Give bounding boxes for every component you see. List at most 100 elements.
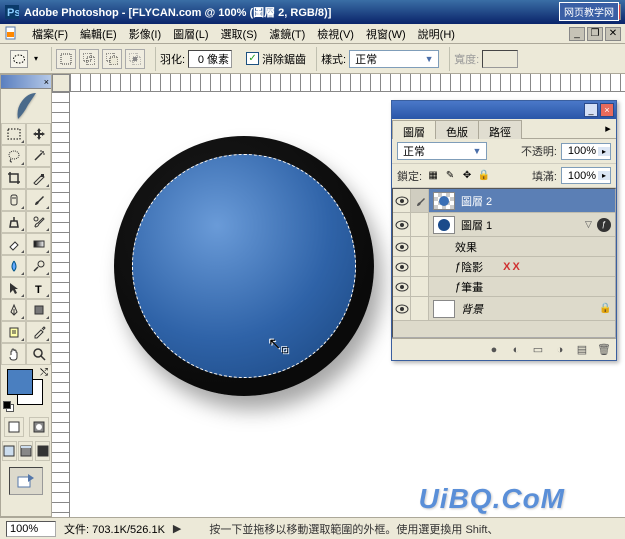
ruler-origin[interactable] [52,74,70,92]
layer-row[interactable]: 圖層 1 ▽ ƒ [393,213,615,237]
status-menu-icon[interactable]: ▶ [173,522,181,535]
doc-minimize-button[interactable]: _ [569,27,585,41]
menu-edit[interactable]: 編輯(E) [74,24,123,44]
panel-titlebar[interactable]: _ × [392,101,616,119]
link-toggle[interactable] [411,189,429,212]
layers-panel[interactable]: _ × 圖層 色版 路徑 ▸ 正常 ▼ 不透明: 100%▸ 鎖定: ▦ ✎ ✥… [391,100,617,361]
eraser-tool[interactable] [1,233,26,255]
adjustment-layer-icon[interactable]: ◑ [552,342,568,358]
lock-pixels-icon[interactable]: ✎ [443,169,457,183]
antialias-checkbox[interactable]: ✓ [246,52,259,65]
magic-wand-tool[interactable] [26,145,51,167]
layer-name[interactable]: 背景 [459,301,599,317]
tab-layers[interactable]: 圖層 [392,120,436,139]
swap-colors-icon[interactable]: ⤭ [40,367,48,378]
link-toggle[interactable] [411,213,429,236]
zoom-tool[interactable] [26,343,51,365]
blend-mode-select[interactable]: 正常 ▼ [397,142,487,160]
standard-mode-icon[interactable] [4,417,24,437]
selection-subtract-icon[interactable] [102,49,122,69]
history-brush-tool[interactable] [26,211,51,233]
selection-intersect-icon[interactable] [125,49,145,69]
doc-close-button[interactable]: ✕ [605,27,621,41]
layer-name[interactable]: 圖層 1 [459,217,585,233]
doc-restore-button[interactable]: ❐ [587,27,603,41]
menu-image[interactable]: 影像(I) [123,24,167,44]
visibility-toggle[interactable] [393,297,411,320]
ruler-horizontal[interactable] [70,74,625,92]
panel-menu-icon[interactable]: ▸ [600,119,616,138]
hand-tool[interactable] [1,343,26,365]
tab-channels[interactable]: 色版 [435,120,479,139]
pen-tool[interactable] [1,299,26,321]
layer-thumbnail[interactable] [433,216,455,234]
color-swatches[interactable]: ⤭ [1,365,51,415]
panel-minimize-button[interactable]: _ [584,103,598,117]
menu-select[interactable]: 選取(S) [215,24,264,44]
visibility-toggle[interactable] [393,189,411,212]
lasso-tool[interactable] [1,145,26,167]
type-tool[interactable]: T [26,277,51,299]
default-colors-icon[interactable] [3,401,15,413]
menu-help[interactable]: 說明(H) [412,24,461,44]
panel-close-button[interactable]: × [600,103,614,117]
menu-layer[interactable]: 圖層(L) [167,24,214,44]
notes-tool[interactable] [1,321,26,343]
layer-row[interactable]: 背景 🔒 [393,297,615,321]
dodge-tool[interactable] [26,255,51,277]
layer-row[interactable]: 圖層 2 [393,189,615,213]
move-tool[interactable] [26,123,51,145]
lock-position-icon[interactable]: ✥ [460,169,474,183]
quickmask-mode-icon[interactable] [29,417,49,437]
layer-mask-icon[interactable]: ◐ [508,342,524,358]
blur-tool[interactable] [1,255,26,277]
tool-preset-dropdown[interactable]: ▾ [31,54,41,63]
layer-thumbnail[interactable] [433,192,455,210]
ruler-vertical[interactable] [52,92,70,517]
lock-all-icon[interactable]: 🔒 [477,169,491,183]
selection-new-icon[interactable] [56,49,76,69]
clone-stamp-tool[interactable] [1,211,26,233]
delete-layer-icon[interactable]: 🗑 [596,342,612,358]
path-selection-tool[interactable] [1,277,26,299]
style-select[interactable]: 正常 ▼ [349,50,439,68]
layer-name[interactable]: 圖層 2 [459,193,615,209]
menu-window[interactable]: 視窗(W) [360,24,412,44]
zoom-input[interactable]: 100% [6,521,56,537]
jump-to-imageready-icon[interactable] [9,467,43,495]
menu-file[interactable]: 檔案(F) [26,24,74,44]
link-toggle[interactable] [411,297,429,320]
shape-tool[interactable] [26,299,51,321]
current-tool-icon[interactable] [10,50,28,68]
layer-thumbnail[interactable] [433,300,455,318]
expand-fx-icon[interactable]: ▽ [585,219,597,230]
opacity-input[interactable]: 100%▸ [561,143,611,160]
layer-fx-row[interactable]: ƒ 筆畫 [393,277,615,297]
fill-input[interactable]: 100%▸ [561,167,611,184]
crop-tool[interactable] [1,167,26,189]
fx-badge-icon[interactable]: ƒ [597,218,611,232]
visibility-toggle[interactable] [393,257,411,276]
new-group-icon[interactable]: ▭ [530,342,546,358]
close-icon[interactable]: × [44,77,49,87]
new-layer-icon[interactable]: ▤ [574,342,590,358]
healing-brush-tool[interactable] [1,189,26,211]
menu-view[interactable]: 檢視(V) [311,24,360,44]
menu-filter[interactable]: 濾鏡(T) [263,24,311,44]
visibility-toggle[interactable] [393,277,411,296]
layer-fx-row[interactable]: 效果 [393,237,615,257]
foreground-color-swatch[interactable] [7,369,33,395]
visibility-toggle[interactable] [393,237,411,256]
toolbox-header[interactable]: × [1,75,51,89]
selection-add-icon[interactable] [79,49,99,69]
tab-paths[interactable]: 路徑 [478,120,522,139]
visibility-toggle[interactable] [393,213,411,236]
layer-fx-row[interactable]: ƒ 陰影 XX [393,257,615,277]
screen-full-icon[interactable] [35,441,50,461]
brush-tool[interactable] [26,189,51,211]
screen-standard-icon[interactable] [2,441,17,461]
layer-style-icon[interactable]: ● [486,342,502,358]
screen-full-menubar-icon[interactable] [18,441,33,461]
slice-tool[interactable] [26,167,51,189]
feather-input[interactable] [188,50,232,68]
